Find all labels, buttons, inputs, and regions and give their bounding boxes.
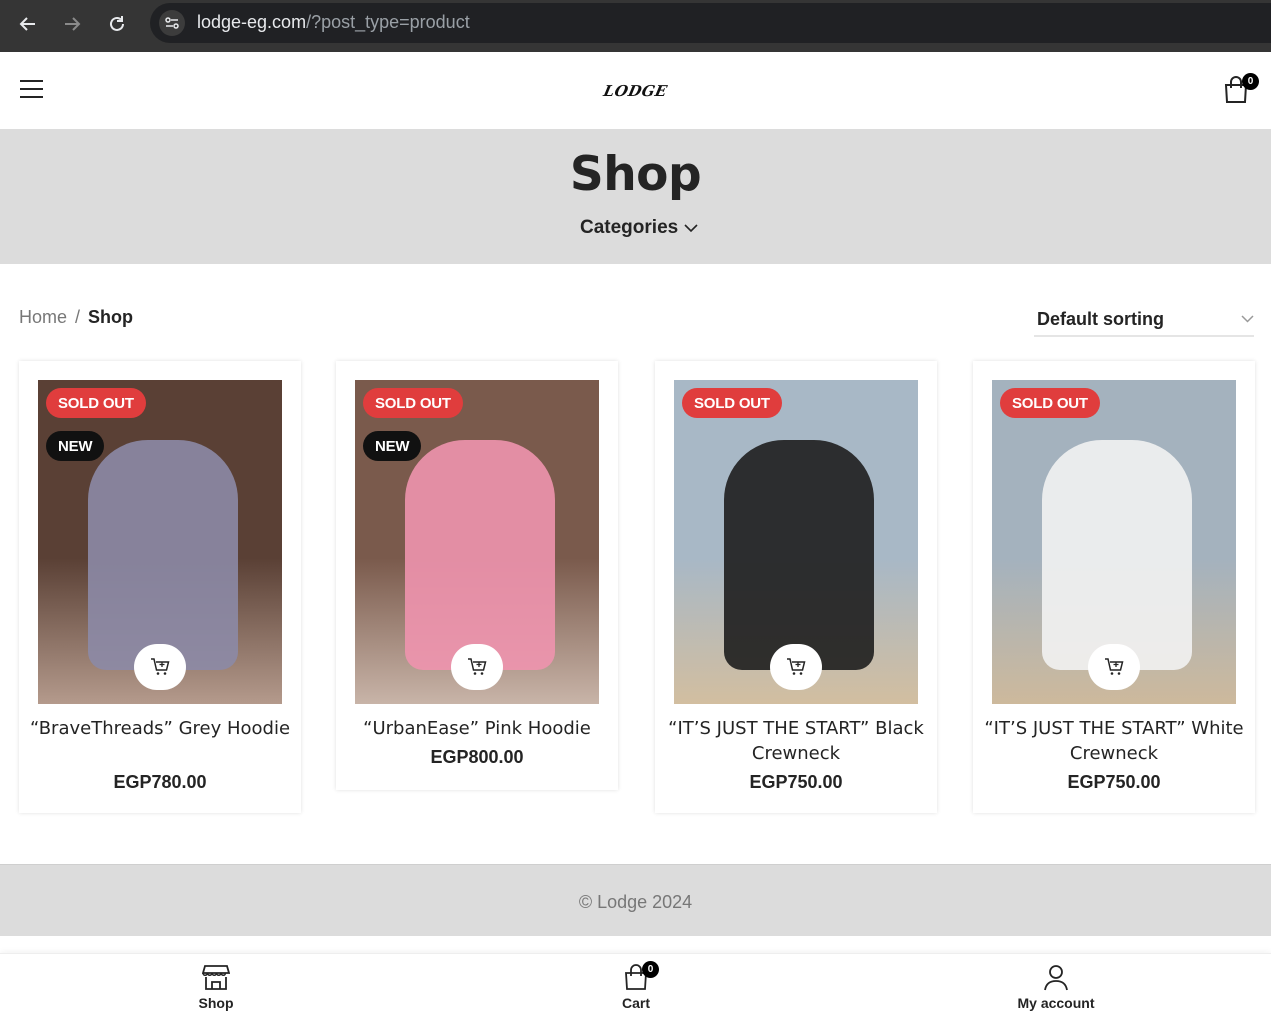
- arrow-right-icon: [65, 17, 81, 31]
- site-logo[interactable]: LODGE: [602, 80, 669, 102]
- site-footer: © Lodge 2024: [0, 864, 1271, 936]
- add-to-cart-button[interactable]: [770, 644, 822, 690]
- toolbar-cart-link[interactable]: Cart: [566, 964, 706, 1011]
- arrow-left-icon: [19, 17, 35, 31]
- product-price: EGP780.00: [113, 772, 207, 792]
- product-card[interactable]: SOLD OUT “IT’S JUST THE START” Black Cre…: [655, 361, 937, 813]
- categories-dropdown[interactable]: Categories: [580, 217, 698, 239]
- product-title[interactable]: “IT’S JUST THE START” White Crewneck: [983, 716, 1245, 766]
- product-price: EGP750.00: [1067, 772, 1161, 792]
- toolbar-cart-count: 0: [642, 961, 659, 978]
- toolbar-account-label: My account: [1017, 995, 1095, 1011]
- sold-out-badge: SOLD OUT: [682, 388, 782, 418]
- toolbar-account-link[interactable]: My account: [986, 964, 1126, 1011]
- sorting-selected-value: Default sorting: [1037, 308, 1165, 329]
- product-title[interactable]: “UrbanEase” Pink Hoodie: [346, 716, 608, 741]
- cart-plus-icon: [468, 658, 487, 675]
- sorting-select[interactable]: Default sorting: [1034, 303, 1254, 337]
- breadcrumb-separator: /: [75, 307, 81, 327]
- browser-toolbar: lodge-eg.com/?post_type=product: [0, 0, 1271, 52]
- sold-out-badge: SOLD OUT: [363, 388, 463, 418]
- product-photo-figure: [88, 440, 238, 670]
- add-to-cart-button[interactable]: [1088, 644, 1140, 690]
- product-photo-figure: [724, 440, 874, 670]
- page-title-band: Shop Categories: [0, 129, 1271, 264]
- url-text[interactable]: lodge-eg.com/?post_type=product: [197, 12, 470, 33]
- sold-out-badge: SOLD OUT: [46, 388, 146, 418]
- breadcrumb-home-link[interactable]: Home: [19, 307, 67, 328]
- add-to-cart-button[interactable]: [134, 644, 186, 690]
- breadcrumb: Home / Shop: [19, 307, 133, 328]
- site-info-button[interactable]: [159, 10, 185, 36]
- url-host: lodge-eg.com: [197, 12, 307, 32]
- header-cart-count: 0: [1242, 73, 1259, 90]
- forward-button[interactable]: [58, 10, 86, 38]
- categories-label: Categories: [580, 217, 679, 238]
- cart-plus-icon: [151, 658, 170, 675]
- sold-out-badge: SOLD OUT: [1000, 388, 1100, 418]
- product-price: EGP750.00: [749, 772, 843, 792]
- product-card[interactable]: SOLD OUT “IT’S JUST THE START” White Cre…: [973, 361, 1255, 813]
- copyright-text: © Lodge 2024: [578, 892, 693, 912]
- tune-icon: [165, 17, 179, 29]
- cart-plus-icon: [1105, 658, 1124, 675]
- product-price: EGP800.00: [430, 747, 524, 767]
- product-photo-figure: [405, 440, 555, 670]
- chevron-down-icon: [684, 223, 698, 232]
- product-card[interactable]: SOLD OUT NEW “BraveThreads” Grey Hoodie …: [19, 361, 301, 813]
- back-button[interactable]: [14, 10, 42, 38]
- bottom-toolbar: Shop Cart 0 My account: [0, 953, 1271, 1023]
- new-badge: NEW: [46, 431, 105, 461]
- product-title[interactable]: “IT’S JUST THE START” Black Crewneck: [665, 716, 927, 766]
- toolbar-cart-label: Cart: [621, 995, 650, 1011]
- reload-button[interactable]: [103, 10, 131, 38]
- new-badge: NEW: [363, 431, 422, 461]
- product-photo-figure: [1042, 440, 1192, 670]
- chevron-down-icon: [1241, 315, 1254, 323]
- toolbar-shop-link[interactable]: Shop: [146, 964, 286, 1011]
- site-header: LODGE: [0, 52, 1271, 129]
- add-to-cart-button[interactable]: [451, 644, 503, 690]
- store-icon: [202, 965, 230, 990]
- product-title[interactable]: “BraveThreads” Grey Hoodie: [29, 716, 291, 741]
- user-icon: [1044, 965, 1068, 991]
- toolbar-shop-label: Shop: [198, 995, 234, 1011]
- product-card[interactable]: SOLD OUT NEW “UrbanEase” Pink Hoodie EGP…: [336, 361, 618, 790]
- cart-plus-icon: [787, 658, 806, 675]
- url-path: /?post_type=product: [306, 12, 470, 32]
- hamburger-menu-icon[interactable]: [20, 80, 43, 100]
- breadcrumb-current: Shop: [88, 307, 134, 327]
- page-title: Shop: [569, 147, 702, 202]
- reload-icon: [110, 16, 124, 31]
